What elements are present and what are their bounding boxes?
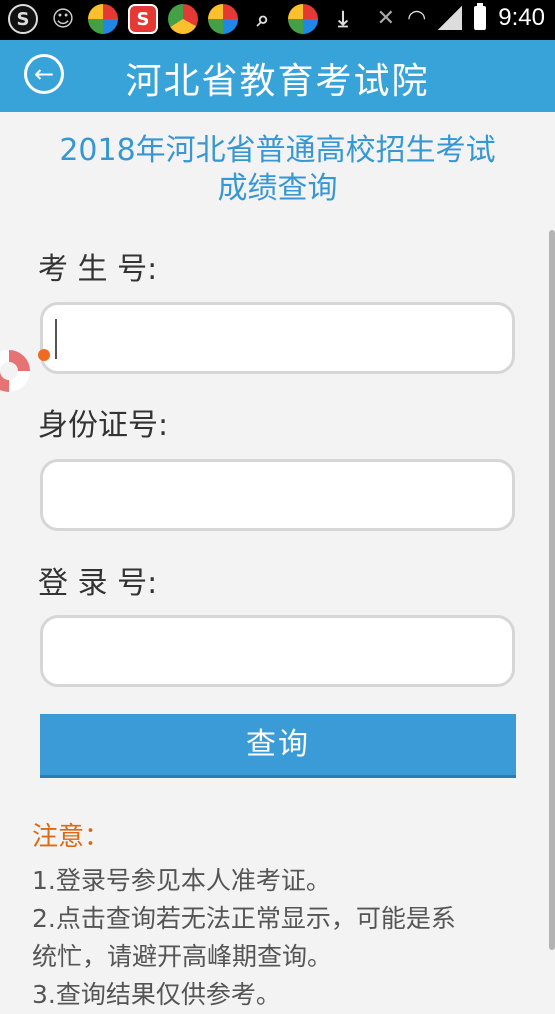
wifi-icon: ◠	[407, 5, 427, 31]
app-header: ← 河北省教育考试院	[0, 40, 555, 112]
download-icon: ⤓	[338, 6, 348, 32]
notice-line-1: 1.登录号参见本人准考证。	[32, 866, 331, 895]
query-button[interactable]: 查询	[40, 714, 516, 778]
status-bar: S ☺ S ⌕ ⤓ ✕ ◠ 9:40	[0, 0, 555, 40]
lifering-icon[interactable]	[0, 350, 30, 392]
candidate-number-input[interactable]	[40, 302, 515, 374]
form-heading-line1: 2018年河北省普通高校招生考试	[59, 133, 496, 168]
s-circle-icon: S	[8, 4, 38, 34]
login-number-label: 登 录 号:	[38, 566, 158, 601]
system-icons: ✕ ◠ 9:40	[376, 3, 545, 32]
chrome-icon	[168, 4, 198, 34]
page-title: 河北省教育考试院	[125, 61, 430, 102]
scrollbar[interactable]	[549, 230, 555, 950]
pinwheel-icon	[208, 4, 238, 34]
s-red-icon: S	[128, 4, 158, 34]
signal-icon	[438, 6, 463, 30]
clock: 9:40	[498, 4, 545, 31]
candidate-number-label: 考 生 号:	[38, 252, 158, 287]
text-caret	[55, 319, 57, 359]
search-icon: ⌕	[256, 6, 270, 32]
id-number-label: 身份证号:	[38, 408, 169, 443]
mute-icon: ✕	[376, 5, 396, 31]
notice-line-4: 3.查询结果仅供参考。	[32, 980, 281, 1009]
form-heading: 2018年河北省普通高校招生考试 成绩查询	[20, 132, 535, 208]
notification-icons: S ☺ S ⌕ ⤓	[8, 4, 358, 34]
login-number-input[interactable]	[40, 615, 515, 687]
cursor-handle[interactable]	[38, 349, 50, 361]
id-number-input[interactable]	[40, 459, 515, 531]
pinwheel-icon	[88, 4, 118, 34]
notice-title: 注意：	[32, 822, 111, 852]
notice-line-3: 统忙，请避开高峰期查询。	[32, 942, 333, 971]
owl-icon: ☺	[51, 6, 75, 32]
form-heading-line2: 成绩查询	[217, 171, 338, 206]
pinwheel-icon	[288, 4, 318, 34]
battery-icon	[474, 3, 487, 30]
notice-line-2: 2.点击查询若无法正常显示，可能是系	[32, 904, 456, 933]
